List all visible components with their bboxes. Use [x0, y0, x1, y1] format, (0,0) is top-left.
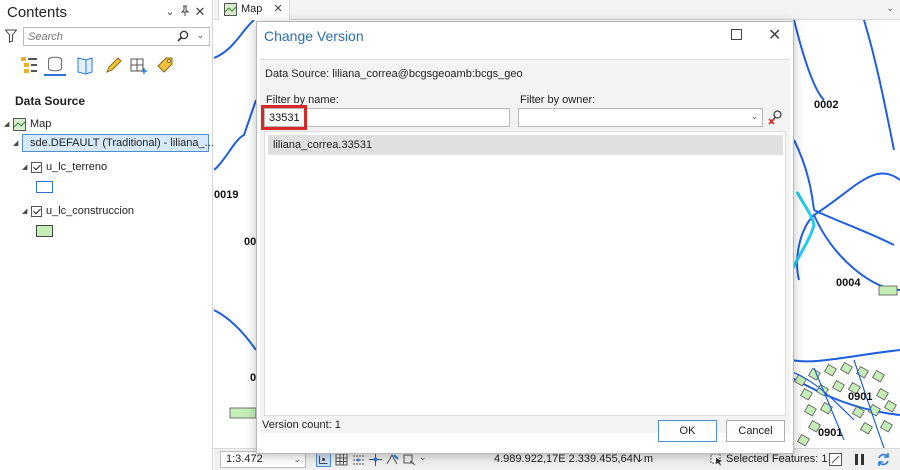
expand-triangle-icon[interactable]: ◢ — [13, 139, 22, 147]
layer-symbol-swatch[interactable] — [36, 225, 53, 237]
parcel-label: 0004 — [836, 277, 861, 289]
close-tab-icon[interactable]: ✕ — [273, 3, 282, 15]
chevron-down-icon[interactable]: ⌄ — [886, 3, 894, 14]
ok-button[interactable]: OK — [658, 420, 717, 442]
close-icon[interactable]: ✕ — [193, 5, 207, 19]
list-by-drawing-order-icon[interactable] — [18, 54, 40, 76]
tree-item-datasource[interactable]: ◢ sde.DEFAULT (Traditional) - liliana_..… — [13, 134, 214, 152]
contents-title: Contents — [7, 4, 68, 21]
scale-value: 1:3.472 — [226, 453, 263, 465]
chevron-down-icon[interactable]: ⌄ — [637, 453, 645, 464]
parcel-label: 0901 — [848, 391, 873, 403]
search-input[interactable] — [24, 28, 164, 45]
chevron-down-icon[interactable]: ⌄ — [163, 5, 177, 19]
layer-name: u_lc_terreno — [46, 161, 108, 173]
data-source-heading: Data Source — [15, 94, 86, 108]
chevron-down-icon[interactable]: ⌄ — [750, 111, 758, 122]
change-version-dialog: Change Version ✕ Data Source: liliana_co… — [256, 21, 794, 454]
tree-item-layer[interactable]: ◢ u_lc_construccion — [22, 202, 134, 220]
version-list-item[interactable]: liliana_correa.33531 — [268, 135, 783, 155]
layer-name: u_lc_construccion — [46, 205, 135, 217]
chevron-down-icon[interactable]: ⌄ — [419, 452, 434, 467]
tab-map[interactable]: Map ✕ — [218, 0, 290, 20]
maximize-icon[interactable] — [731, 29, 742, 40]
constraints-icon[interactable] — [368, 452, 383, 467]
version-list: liliana_correa.33531 — [264, 131, 786, 416]
refresh-icon[interactable] — [876, 452, 891, 467]
layer-symbol-swatch[interactable] — [36, 181, 53, 193]
filter-by-owner-select[interactable]: ⌄ — [518, 108, 763, 127]
grid-snap-icon[interactable] — [316, 452, 331, 467]
dialog-body: Data Source: liliana_correa@bcgsgeoamb:b… — [260, 59, 790, 433]
dialog-title: Change Version — [264, 28, 364, 44]
zoom-to-selection-icon[interactable] — [828, 452, 843, 467]
tab-label: Map — [241, 3, 263, 15]
cancel-button[interactable]: Cancel — [726, 420, 785, 442]
version-count: Version count: 1 — [262, 419, 341, 431]
parcel-label: 0019 — [214, 189, 239, 201]
filter-icon[interactable] — [5, 29, 17, 43]
search-box: ⌄ — [23, 27, 210, 46]
expand-triangle-icon[interactable]: ◢ — [4, 120, 13, 128]
select-features-icon[interactable] — [709, 452, 724, 467]
map-icon — [13, 117, 26, 131]
list-by-snapping-icon[interactable] — [128, 54, 150, 76]
pause-drawing-icon[interactable] — [852, 452, 867, 467]
guides-icon[interactable] — [351, 452, 366, 467]
visibility-checkbox[interactable] — [31, 161, 42, 173]
filter-by-owner-label: Filter by owner: — [520, 94, 596, 106]
contents-pane: Contents ⌄ ✕ ⌄ Data Source ◢ Map ◢ sde.D… — [0, 0, 214, 470]
tree-item-label: sde.DEFAULT (Traditional) - liliana_... — [30, 137, 214, 149]
coordinate-readout: 4.989.922,17E 2.339.455,64N m — [494, 453, 654, 465]
search-icon[interactable] — [177, 30, 189, 42]
clear-filter-icon[interactable] — [768, 109, 784, 126]
expand-triangle-icon[interactable]: ◢ — [22, 207, 31, 215]
parcel-label: 00 — [244, 236, 257, 248]
search-row: ⌄ — [5, 27, 210, 47]
chevron-down-icon[interactable]: ⌄ — [196, 30, 204, 41]
tree-item-layer[interactable]: ◢ u_lc_terreno — [22, 158, 107, 176]
list-by-editing-icon[interactable] — [102, 54, 124, 76]
list-by-selection-icon[interactable] — [74, 54, 96, 76]
parcel-label: 0901 — [818, 427, 843, 439]
pin-icon[interactable] — [178, 5, 192, 21]
highlight-annotation — [261, 105, 307, 130]
visibility-checkbox[interactable] — [31, 205, 42, 217]
close-icon[interactable]: ✕ — [768, 25, 781, 45]
data-source-text: Data Source: liliana_correa@bcgsgeoamb:b… — [265, 68, 523, 80]
selected-features-count: Selected Features: 1 — [726, 453, 828, 465]
list-by-labeling-icon[interactable] — [154, 54, 176, 76]
view-tab-bar: Map ✕ ⌄ — [214, 0, 900, 20]
list-by-data-source-icon[interactable] — [44, 54, 66, 76]
parcel-label: 0002 — [814, 99, 839, 111]
map-icon — [224, 3, 237, 16]
snapping-icon[interactable] — [385, 452, 400, 467]
grid-icon[interactable] — [334, 452, 349, 467]
datasource-selection[interactable]: sde.DEFAULT (Traditional) - liliana_... — [22, 134, 214, 152]
tree-item-map[interactable]: ◢ Map — [4, 115, 51, 133]
chevron-down-icon[interactable]: ⌄ — [293, 452, 301, 467]
correction-icon[interactable] — [402, 452, 417, 467]
expand-triangle-icon[interactable]: ◢ — [22, 163, 31, 171]
tree-item-label: Map — [30, 118, 52, 130]
